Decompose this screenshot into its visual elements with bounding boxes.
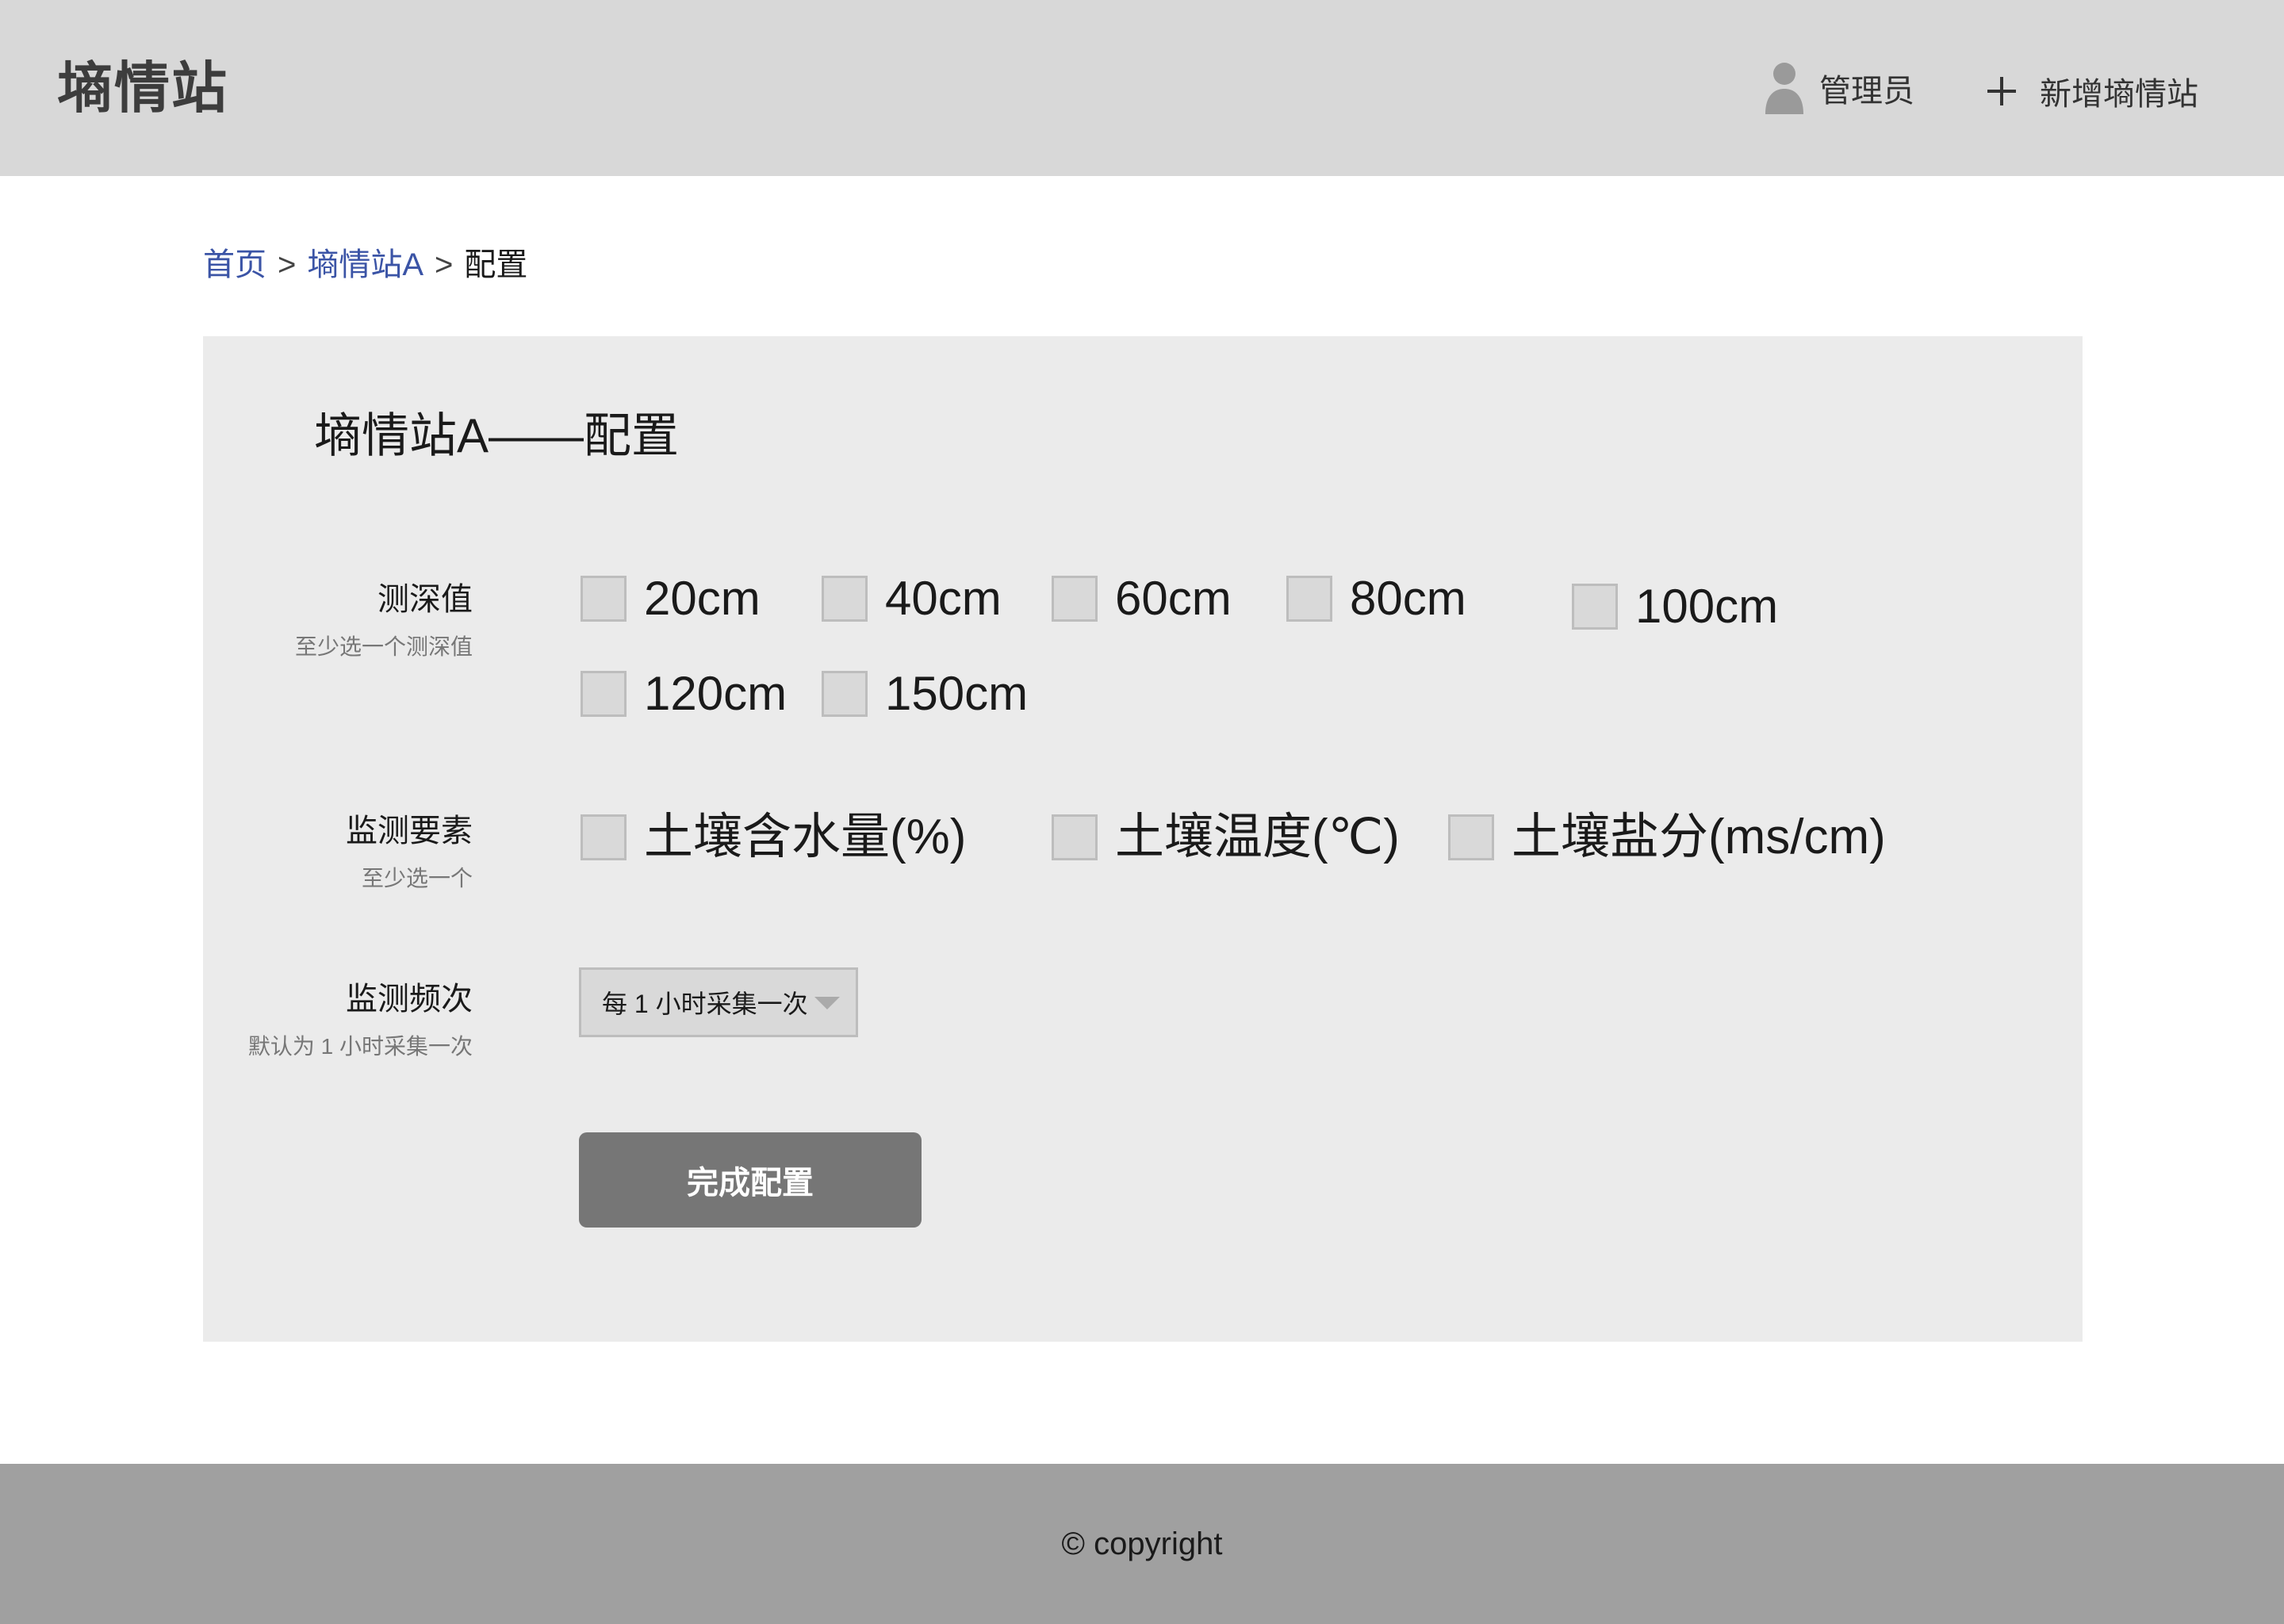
admin-menu[interactable]: 管理员 [1764, 62, 1914, 114]
frequency-label-group: 监测频次 默认为 1 小时采集一次 [248, 977, 473, 1063]
depth-option-20cm[interactable]: 20cm [581, 571, 761, 626]
checkbox[interactable] [581, 814, 627, 860]
frequency-hint: 默认为 1 小时采集一次 [247, 1034, 473, 1059]
copyright-text: © copyright [1061, 1526, 1223, 1561]
breadcrumb: 首页 > 墒情站A > 配置 [203, 243, 527, 287]
option-label: 120cm [644, 667, 788, 720]
checkbox[interactable] [581, 576, 627, 622]
checkbox[interactable] [1572, 584, 1618, 630]
depth-option-100cm[interactable]: 100cm [1572, 579, 1778, 634]
option-label: 土壤盐分(ms/cm) [1512, 810, 1886, 864]
checkbox[interactable] [822, 576, 868, 622]
breadcrumb-separator: > [278, 247, 297, 282]
elements-hint: 至少选一个 [361, 866, 473, 891]
checkbox[interactable] [581, 671, 627, 717]
checkbox[interactable] [1052, 576, 1098, 622]
breadcrumb-home[interactable]: 首页 [203, 247, 266, 282]
footer: © copyright [0, 1464, 2284, 1624]
option-label: 80cm [1350, 572, 1466, 625]
config-card: 墒情站A——配置 测深值 至少选一个测深值 20cm 40cm 60cm 80c… [203, 336, 2083, 1342]
option-label: 60cm [1115, 572, 1232, 625]
checkbox[interactable] [1448, 814, 1494, 860]
complete-config-button[interactable]: 完成配置 [579, 1132, 922, 1228]
element-option-salinity[interactable]: 土壤盐分(ms/cm) [1448, 809, 1886, 866]
depth-label: 测深值 [377, 582, 473, 617]
option-label: 40cm [885, 572, 1002, 625]
plus-icon [1987, 77, 2016, 105]
frequency-select[interactable]: 每 1 小时采集一次 [579, 967, 858, 1037]
elements-label-group: 监测要素 至少选一个 [346, 809, 473, 894]
add-station-button[interactable]: 新增墒情站 [1987, 65, 2198, 117]
depth-option-60cm[interactable]: 60cm [1052, 571, 1232, 626]
checkbox[interactable] [822, 671, 868, 717]
option-label: 150cm [885, 667, 1029, 720]
page-title: 墒情站A——配置 [314, 409, 680, 462]
frequency-select-value: 每 1 小时采集一次 [602, 990, 808, 1018]
user-icon [1765, 63, 1803, 114]
admin-label: 管理员 [1819, 74, 1914, 109]
depth-option-40cm[interactable]: 40cm [822, 571, 1002, 626]
depth-option-120cm[interactable]: 120cm [581, 666, 787, 722]
checkbox[interactable] [1286, 576, 1332, 622]
checkbox[interactable] [1052, 814, 1098, 860]
chevron-down-icon [814, 997, 840, 1009]
header: 墒情站 管理员 新增墒情站 [0, 0, 2284, 176]
element-option-moisture[interactable]: 土壤含水量(%) [581, 809, 966, 866]
option-label: 20cm [644, 572, 761, 625]
depth-option-80cm[interactable]: 80cm [1286, 571, 1466, 626]
option-label: 土壤含水量(%) [644, 810, 967, 864]
frequency-label: 监测频次 [346, 982, 473, 1017]
option-label: 100cm [1635, 580, 1779, 633]
breadcrumb-station[interactable]: 墒情站A [307, 247, 423, 282]
depth-label-group: 测深值 至少选一个测深值 [295, 577, 473, 663]
brand-title: 墒情站 [57, 57, 228, 119]
depth-hint: 至少选一个测深值 [294, 634, 473, 659]
depth-option-150cm[interactable]: 150cm [822, 666, 1028, 722]
element-option-temperature[interactable]: 土壤温度(℃) [1052, 809, 1400, 866]
breadcrumb-separator: > [435, 247, 454, 282]
add-station-label: 新增墒情站 [2040, 77, 2198, 112]
elements-label: 监测要素 [346, 814, 473, 848]
option-label: 土壤温度(℃) [1115, 810, 1400, 864]
breadcrumb-current: 配置 [464, 247, 528, 282]
